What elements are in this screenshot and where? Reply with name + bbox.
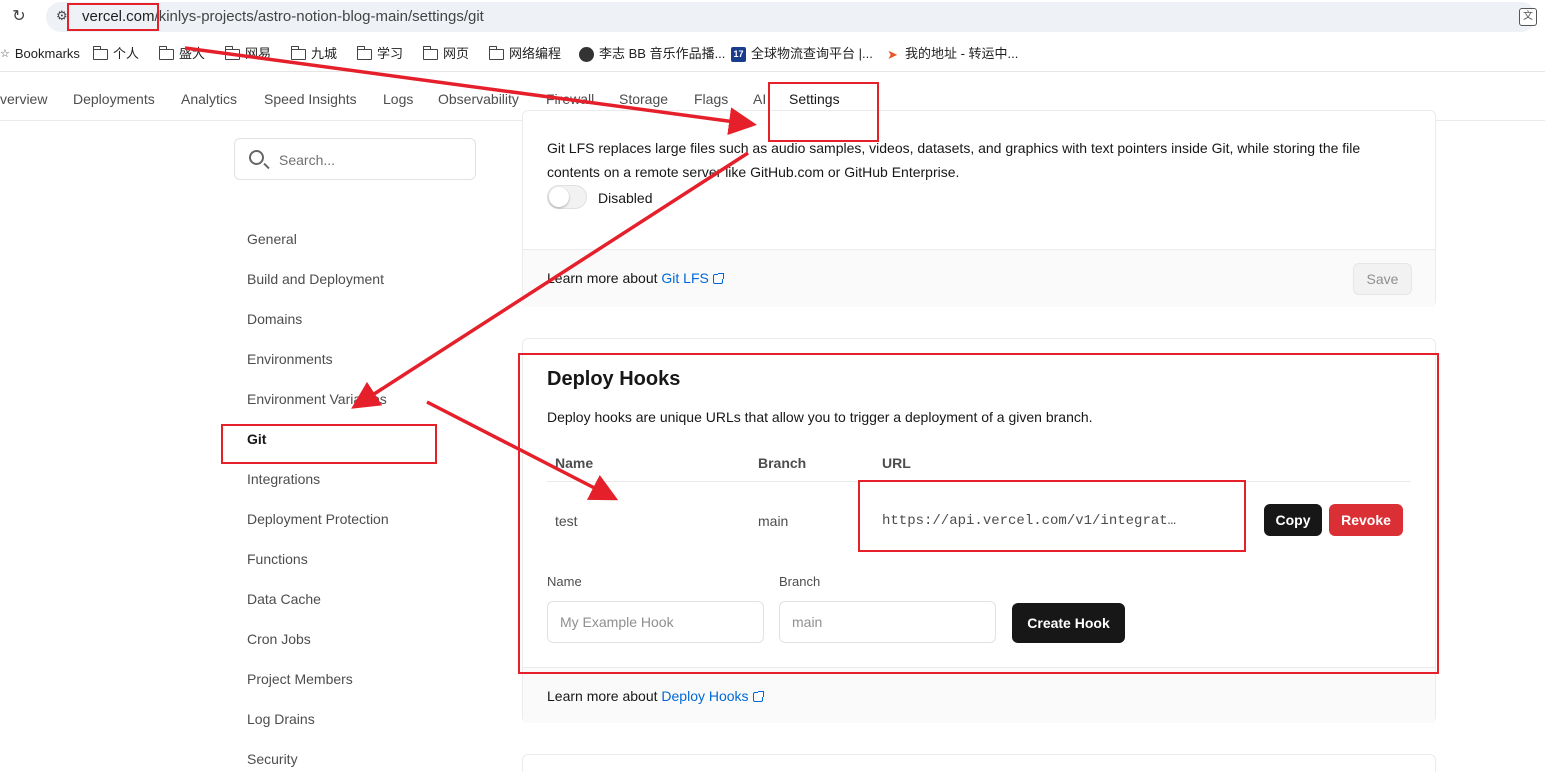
- sidebar-item-git[interactable]: Git: [247, 430, 266, 448]
- tab-storage[interactable]: Storage: [619, 90, 668, 108]
- column-header-name: Name: [555, 455, 594, 471]
- folder-icon: [290, 45, 306, 60]
- reload-icon[interactable]: ↻: [10, 8, 28, 26]
- tab-observability[interactable]: Observability: [438, 90, 519, 108]
- hook-branch-label: Branch: [779, 574, 821, 589]
- create-hook-button[interactable]: Create Hook: [1012, 603, 1125, 643]
- deploy-hooks-card: Deploy Hooks Deploy hooks are unique URL…: [522, 338, 1436, 723]
- git-lfs-link[interactable]: Git LFS: [661, 270, 708, 286]
- deploy-hooks-title: Deploy Hooks: [547, 368, 681, 390]
- sidebar-item-environment-variables[interactable]: Environment Variables: [247, 390, 387, 408]
- tab-deployments[interactable]: Deployments: [73, 90, 155, 108]
- bookmark-folder[interactable]: 网易: [224, 45, 271, 62]
- deploy-hooks-footer: Learn more about Deploy Hooks: [523, 667, 1435, 723]
- url-host: vercel.com: [82, 8, 155, 25]
- deploy-hooks-learn-more: Learn more about Deploy Hooks: [547, 684, 764, 708]
- folder-icon: [488, 45, 504, 60]
- hook-url: https://api.vercel.com/v1/integrat…: [882, 513, 1177, 529]
- sidebar-item-cron-jobs[interactable]: Cron Jobs: [247, 630, 311, 648]
- star-icon: ☆: [0, 48, 10, 60]
- tab-logs[interactable]: Logs: [383, 90, 413, 108]
- bookmark-item[interactable]: 17 全球物流查询平台 |...: [731, 46, 873, 62]
- bookmark-folder[interactable]: 网页: [422, 45, 469, 62]
- tab-firewall[interactable]: Firewall: [546, 90, 594, 108]
- copy-button[interactable]: Copy: [1264, 504, 1322, 536]
- tab-analytics[interactable]: Analytics: [181, 90, 237, 108]
- hook-name-input[interactable]: [547, 601, 764, 643]
- bookmark-item[interactable]: ☆ Bookmarks: [0, 46, 80, 62]
- settings-search[interactable]: [234, 138, 476, 180]
- sidebar-item-environments[interactable]: Environments: [247, 350, 333, 368]
- bookmark-folder[interactable]: 盛大: [158, 45, 205, 62]
- sidebar-item-project-members[interactable]: Project Members: [247, 670, 353, 688]
- sidebar-item-log-drains[interactable]: Log Drains: [247, 710, 315, 728]
- sidebar-item-security[interactable]: Security: [247, 750, 298, 768]
- hook-branch: main: [758, 513, 789, 529]
- git-lfs-card: Git LFS replaces large files such as aud…: [522, 110, 1436, 307]
- toggle-knob: [549, 187, 569, 207]
- bird-favicon: ➤: [885, 46, 900, 62]
- search-input[interactable]: [279, 150, 459, 170]
- save-button[interactable]: Save: [1353, 263, 1412, 295]
- site-settings-icon[interactable]: ⚙: [56, 8, 68, 24]
- bookmark-item[interactable]: 李志 BB 音乐作品播...: [579, 46, 725, 62]
- tab-flags[interactable]: Flags: [694, 90, 728, 108]
- git-lfs-toggle-label: Disabled: [598, 190, 653, 206]
- hook-branch-input[interactable]: [779, 601, 996, 643]
- revoke-button[interactable]: Revoke: [1329, 504, 1403, 536]
- bookmark-item[interactable]: ➤ 我的地址 - 转运中...: [885, 46, 1018, 62]
- external-link-icon: [712, 273, 724, 284]
- tab-settings[interactable]: Settings: [789, 90, 840, 108]
- deploy-hooks-description: Deploy hooks are unique URLs that allow …: [547, 409, 1093, 425]
- column-header-branch: Branch: [758, 455, 807, 471]
- sidebar-item-integrations[interactable]: Integrations: [247, 470, 320, 488]
- 17track-favicon: 17: [731, 46, 746, 62]
- git-lfs-description: Git LFS replaces large files such as aud…: [547, 140, 1361, 180]
- sidebar-item-functions[interactable]: Functions: [247, 550, 308, 568]
- tab-ai[interactable]: AI: [753, 90, 766, 108]
- bookmark-folder[interactable]: 网络编程: [488, 45, 561, 62]
- browser-address-bar: ↻ ⚙ vercel.com/kinlys-projects/astro-not…: [0, 0, 1545, 36]
- folder-icon: [224, 45, 240, 60]
- sidebar-item-build-and-deployment[interactable]: Build and Deployment: [247, 270, 384, 288]
- deploy-hooks-link[interactable]: Deploy Hooks: [661, 688, 748, 704]
- folder-icon: [158, 45, 174, 60]
- external-link-icon: [752, 691, 764, 702]
- bookmark-folder[interactable]: 学习: [356, 45, 403, 62]
- bookmark-folder[interactable]: 个人: [92, 45, 139, 62]
- search-icon: [249, 150, 264, 165]
- hook-name: test: [555, 513, 578, 529]
- tab-overview[interactable]: verview: [0, 90, 47, 108]
- column-header-url: URL: [882, 455, 911, 471]
- tab-speed-insights[interactable]: Speed Insights: [264, 90, 357, 108]
- translate-icon[interactable]: 文: [1519, 8, 1537, 26]
- next-settings-card: [522, 754, 1436, 772]
- sidebar-item-data-cache[interactable]: Data Cache: [247, 590, 321, 608]
- table-divider: [547, 481, 1411, 482]
- folder-icon: [356, 45, 372, 60]
- sidebar-item-deployment-protection[interactable]: Deployment Protection: [247, 510, 389, 528]
- sidebar-item-domains[interactable]: Domains: [247, 310, 302, 328]
- url-text[interactable]: vercel.com/kinlys-projects/astro-notion-…: [82, 8, 484, 26]
- folder-icon: [92, 45, 108, 60]
- git-lfs-footer: Learn more about Git LFS Save: [523, 249, 1435, 307]
- sidebar-item-general[interactable]: General: [247, 230, 297, 248]
- folder-icon: [422, 45, 438, 60]
- bookmarks-bar: ☆ Bookmarks 个人 盛大 网易 九城 学习 网页 网络编程 李志 BB …: [0, 38, 1545, 72]
- hook-name-label: Name: [547, 574, 582, 589]
- bookmark-folder[interactable]: 九城: [290, 45, 337, 62]
- git-lfs-learn-more: Learn more about Git LFS: [547, 266, 724, 290]
- url-path: /kinlys-projects/astro-notion-blog-main/…: [154, 8, 484, 25]
- git-lfs-toggle[interactable]: [547, 185, 587, 209]
- person-favicon: [579, 46, 594, 62]
